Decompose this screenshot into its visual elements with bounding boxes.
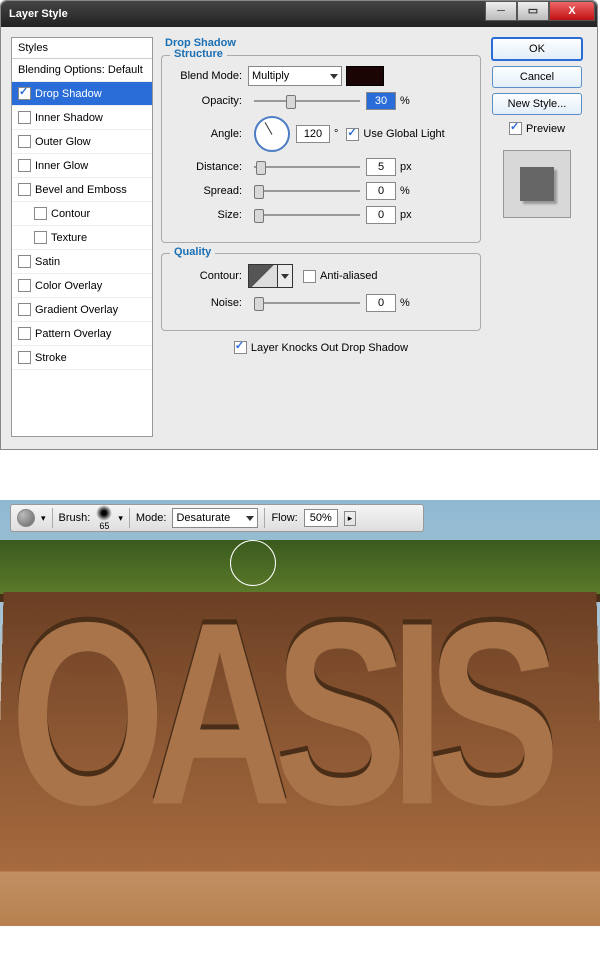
noise-slider[interactable] bbox=[254, 302, 360, 304]
checkbox-icon[interactable] bbox=[18, 255, 31, 268]
knockout-checkbox[interactable] bbox=[234, 341, 247, 354]
distance-input[interactable]: 5 bbox=[366, 158, 396, 176]
global-light-label: Use Global Light bbox=[363, 128, 444, 140]
blend-mode-label: Blend Mode: bbox=[174, 70, 242, 82]
style-satin[interactable]: Satin bbox=[12, 250, 152, 274]
structure-legend: Structure bbox=[170, 48, 227, 60]
layer-style-dialog: Layer Style ─ ▭ X Styles Blending Option… bbox=[0, 0, 598, 450]
spread-label: Spread: bbox=[174, 185, 242, 197]
opacity-input[interactable]: 30 bbox=[366, 92, 396, 110]
style-outer-glow[interactable]: Outer Glow bbox=[12, 130, 152, 154]
cancel-button[interactable]: Cancel bbox=[492, 66, 582, 88]
opacity-slider[interactable] bbox=[254, 100, 360, 102]
titlebar[interactable]: Layer Style ─ ▭ X bbox=[1, 1, 597, 27]
opacity-label: Opacity: bbox=[174, 95, 242, 107]
style-drop-shadow[interactable]: Drop Shadow bbox=[12, 82, 152, 106]
distance-label: Distance: bbox=[174, 161, 242, 173]
spread-input[interactable]: 0 bbox=[366, 182, 396, 200]
style-texture[interactable]: Texture bbox=[12, 226, 152, 250]
checkbox-icon[interactable] bbox=[18, 279, 31, 292]
quality-group: Quality Contour: Anti-aliased Noise: 0 % bbox=[161, 253, 481, 331]
mode-select[interactable]: Desaturate bbox=[172, 508, 258, 528]
tool-icon[interactable] bbox=[17, 509, 35, 527]
quality-legend: Quality bbox=[170, 246, 215, 258]
dialog-title: Layer Style bbox=[9, 8, 68, 20]
brush-label: Brush: bbox=[59, 512, 91, 524]
distance-slider[interactable] bbox=[254, 166, 360, 168]
oasis-text: OASIS bbox=[10, 566, 590, 865]
canvas-preview[interactable]: ▾ Brush: 65 ▾ Mode: Desaturate Flow: 50%… bbox=[0, 500, 600, 926]
spread-slider[interactable] bbox=[254, 190, 360, 192]
size-label: Size: bbox=[174, 209, 242, 221]
angle-input[interactable]: 120 bbox=[296, 125, 330, 143]
styles-header[interactable]: Styles bbox=[12, 38, 152, 59]
chevron-down-icon bbox=[330, 74, 338, 79]
style-stroke[interactable]: Stroke bbox=[12, 346, 152, 370]
ok-button[interactable]: OK bbox=[491, 37, 583, 61]
checkbox-icon[interactable] bbox=[18, 159, 31, 172]
style-inner-shadow[interactable]: Inner Shadow bbox=[12, 106, 152, 130]
anti-aliased-label: Anti-aliased bbox=[320, 270, 377, 282]
checkbox-icon[interactable] bbox=[18, 135, 31, 148]
brush-cursor-icon bbox=[230, 540, 276, 586]
chevron-down-icon bbox=[246, 516, 254, 521]
style-bevel-emboss[interactable]: Bevel and Emboss bbox=[12, 178, 152, 202]
knockout-label: Layer Knocks Out Drop Shadow bbox=[251, 342, 408, 354]
style-pattern-overlay[interactable]: Pattern Overlay bbox=[12, 322, 152, 346]
noise-input[interactable]: 0 bbox=[366, 294, 396, 312]
structure-group: Structure Blend Mode: Multiply Opacity: … bbox=[161, 55, 481, 243]
style-gradient-overlay[interactable]: Gradient Overlay bbox=[12, 298, 152, 322]
checkbox-icon[interactable] bbox=[18, 351, 31, 364]
flow-input[interactable]: 50% bbox=[304, 509, 338, 527]
maximize-button[interactable]: ▭ bbox=[517, 1, 549, 21]
blend-mode-select[interactable]: Multiply bbox=[248, 66, 342, 86]
global-light-checkbox[interactable] bbox=[346, 128, 359, 141]
flow-flyout[interactable]: ▸ bbox=[344, 511, 357, 526]
flow-label: Flow: bbox=[271, 512, 297, 524]
minimize-button[interactable]: ─ bbox=[485, 1, 517, 21]
preview-thumbnail bbox=[503, 150, 571, 218]
chevron-down-icon bbox=[281, 274, 289, 279]
checkbox-icon[interactable] bbox=[18, 303, 31, 316]
contour-dropdown[interactable] bbox=[278, 264, 293, 288]
preview-label: Preview bbox=[526, 123, 565, 135]
new-style-button[interactable]: New Style... bbox=[492, 93, 582, 115]
color-swatch[interactable] bbox=[346, 66, 384, 86]
close-button[interactable]: X bbox=[549, 1, 595, 21]
brush-picker[interactable]: 65 bbox=[96, 505, 112, 531]
noise-label: Noise: bbox=[174, 297, 242, 309]
options-bar: ▾ Brush: 65 ▾ Mode: Desaturate Flow: 50%… bbox=[10, 504, 424, 532]
style-contour[interactable]: Contour bbox=[12, 202, 152, 226]
right-buttons: OK Cancel New Style... Preview bbox=[489, 37, 585, 437]
contour-swatch[interactable] bbox=[248, 264, 278, 288]
styles-list: Styles Blending Options: Default Drop Sh… bbox=[11, 37, 153, 437]
brush-preview-icon bbox=[96, 505, 112, 521]
checkbox-icon[interactable] bbox=[18, 183, 31, 196]
angle-dial[interactable] bbox=[254, 116, 290, 152]
mode-label: Mode: bbox=[136, 512, 167, 524]
preview-checkbox[interactable] bbox=[509, 122, 522, 135]
size-slider[interactable] bbox=[254, 214, 360, 216]
checkbox-icon[interactable] bbox=[34, 207, 47, 220]
style-color-overlay[interactable]: Color Overlay bbox=[12, 274, 152, 298]
checkbox-icon[interactable] bbox=[18, 111, 31, 124]
checkbox-icon[interactable] bbox=[18, 327, 31, 340]
style-blending-options[interactable]: Blending Options: Default bbox=[12, 59, 152, 82]
style-inner-glow[interactable]: Inner Glow bbox=[12, 154, 152, 178]
angle-label: Angle: bbox=[174, 128, 242, 140]
checkbox-icon[interactable] bbox=[34, 231, 47, 244]
anti-aliased-checkbox[interactable] bbox=[303, 270, 316, 283]
settings-panel: Drop Shadow Structure Blend Mode: Multip… bbox=[161, 37, 481, 437]
contour-label: Contour: bbox=[174, 270, 242, 282]
checkbox-icon[interactable] bbox=[18, 87, 31, 100]
size-input[interactable]: 0 bbox=[366, 206, 396, 224]
